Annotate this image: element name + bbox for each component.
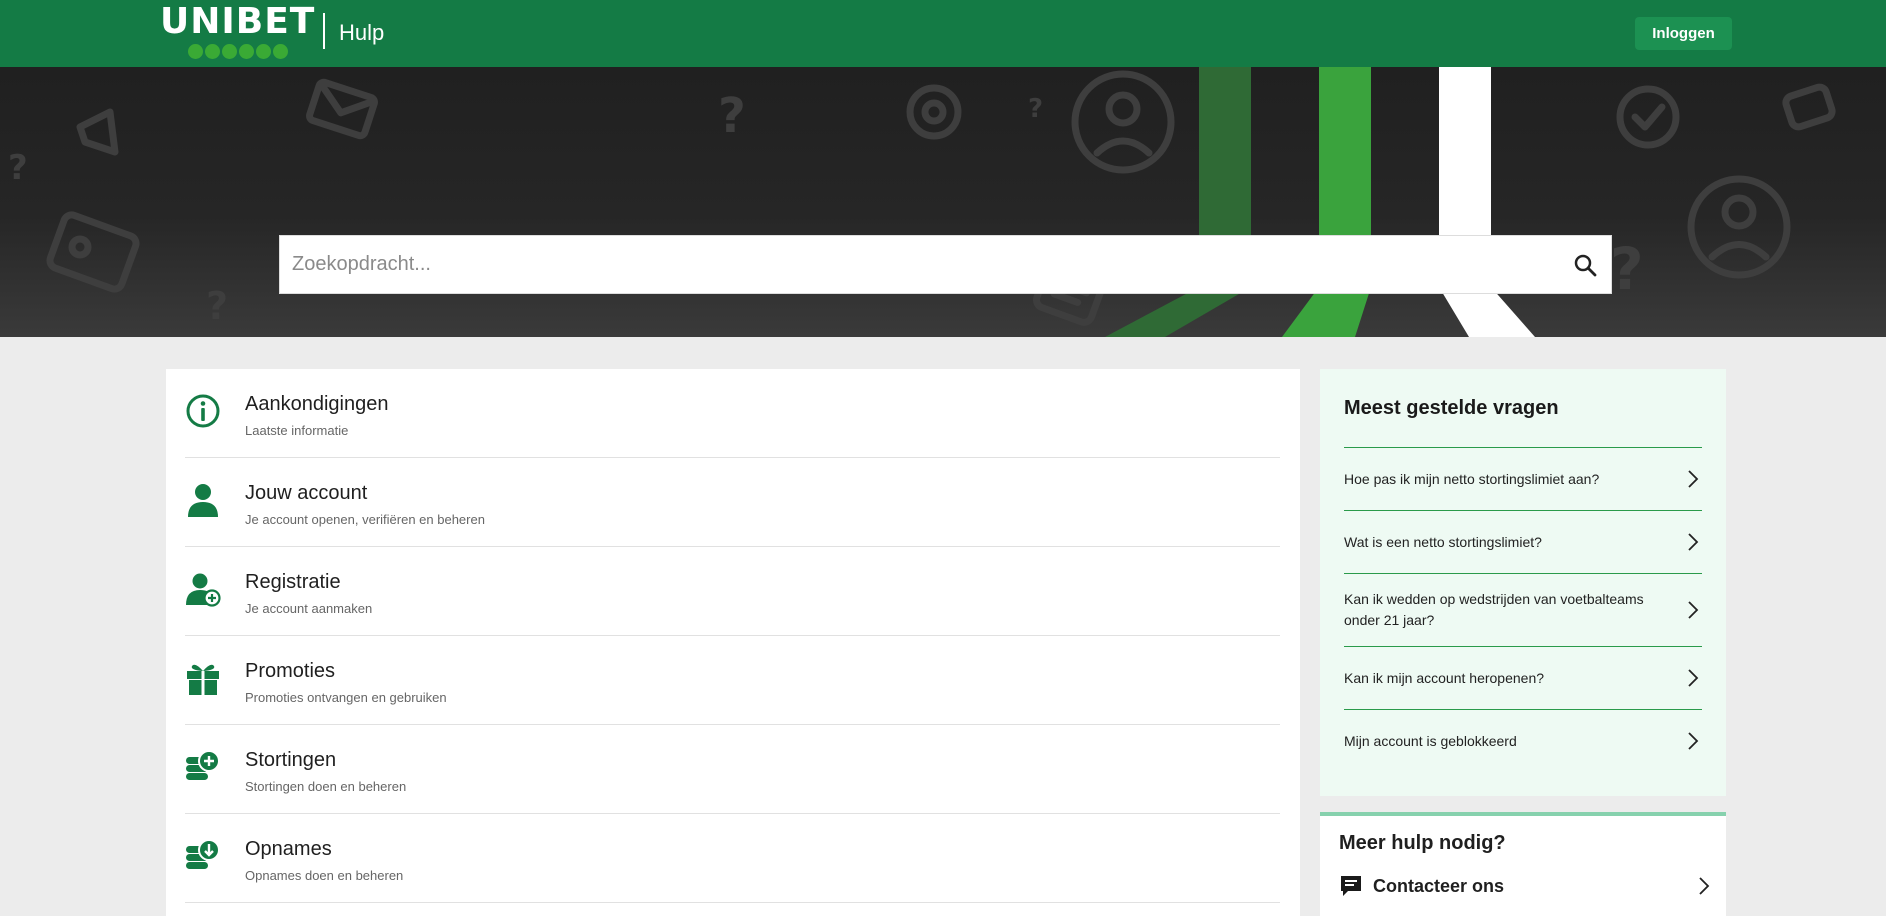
category-subtitle: Stortingen doen en beheren [245,779,407,794]
chevron-right-icon [1688,601,1699,619]
search-button[interactable] [1559,236,1611,293]
category-title: Aankondigingen [245,393,389,415]
hero-banner: ? ? ? ? ? [0,67,1886,337]
faq-title: Meest gestelde vragen [1344,397,1559,419]
contact-link[interactable]: Contacteer ons [1339,871,1711,901]
svg-text:?: ? [8,148,28,188]
category-item-opnames[interactable]: Opnames Opnames doen en beheren [185,814,1280,903]
faq-item[interactable]: Wat is een netto stortingslimiet? [1344,510,1702,573]
unibet-logo[interactable]: UNIBET [160,1,316,62]
more-help-box: Meer hulp nodig? Contacteer ons [1320,812,1726,916]
hero-background-illustration: ? ? ? ? ? [8,67,1836,337]
gift-icon [187,664,219,695]
more-help-title: Meer hulp nodig? [1339,832,1506,854]
user-add-icon [186,573,221,607]
category-item-registratie[interactable]: Registratie Je account aanmaken [185,547,1280,636]
faq-question: Hoe pas ik mijn netto stortingslimiet aa… [1344,470,1600,487]
category-title: Opnames [245,838,332,860]
chevron-right-icon [1699,877,1710,895]
chevron-right-icon [1688,533,1699,551]
search-input[interactable] [280,236,1559,293]
category-item-promoties[interactable]: Promoties Promoties ontvangen en gebruik… [185,636,1280,725]
search-icon [1574,254,1597,276]
svg-text:?: ? [1028,94,1043,124]
search-bar [279,235,1612,294]
svg-text:?: ? [1610,235,1644,303]
chevron-right-icon [1688,470,1699,488]
logo-dots [188,44,310,59]
category-subtitle: Opnames doen en beheren [245,868,404,883]
svg-text:?: ? [718,88,746,144]
category-list: Aankondigingen Laatste informatie Jouw a… [166,369,1300,916]
chat-icon [1341,876,1361,896]
logo-wordmark: UNIBET [160,1,316,42]
login-button[interactable]: Inloggen [1635,17,1732,50]
category-subtitle: Je account aanmaken [245,601,373,616]
chevron-right-icon [1688,732,1699,750]
coins-download-icon [186,839,220,869]
category-subtitle: Promoties ontvangen en gebruiken [245,690,447,705]
faq-item[interactable]: Kan ik wedden op wedstrijden van voetbal… [1344,573,1702,646]
chevron-right-icon [1688,669,1699,687]
svg-text:?: ? [206,284,228,328]
faq-item[interactable]: Mijn account is geblokkeerd [1344,709,1702,772]
faq-item[interactable]: Hoe pas ik mijn netto stortingslimiet aa… [1344,447,1702,510]
category-item-aankondigingen[interactable]: Aankondigingen Laatste informatie [185,369,1280,458]
faq-item[interactable]: Kan ik mijn account heropenen? [1344,646,1702,709]
category-item-jouw-account[interactable]: Jouw account Je account openen, verifiër… [185,458,1280,547]
contact-label: Contacteer ons [1373,875,1505,896]
category-title: Promoties [245,660,336,682]
header-divider [323,13,325,49]
faq-panel: Meest gestelde vragen Hoe pas ik mijn ne… [1320,369,1726,796]
user-icon [188,484,218,517]
category-title: Stortingen [245,749,337,771]
faq-question: Wat is een netto stortingslimiet? [1344,533,1542,550]
category-subtitle: Je account openen, verifiëren en beheren [245,512,485,527]
info-icon [186,394,220,428]
faq-question: Kan ik mijn account heropenen? [1344,669,1545,686]
category-title: Jouw account [245,482,368,504]
page-title: Hulp [339,20,385,45]
top-bar: UNIBET Hulp Inloggen [0,0,1886,67]
category-subtitle: Laatste informatie [245,423,349,438]
category-item-stortingen[interactable]: Stortingen Stortingen doen en beheren [185,725,1280,814]
faq-question: Kan ik wedden op wedstrijden van voetbal… [1344,591,1644,628]
coins-plus-icon [186,750,220,780]
category-title: Registratie [245,571,341,593]
faq-question: Mijn account is geblokkeerd [1344,732,1517,749]
